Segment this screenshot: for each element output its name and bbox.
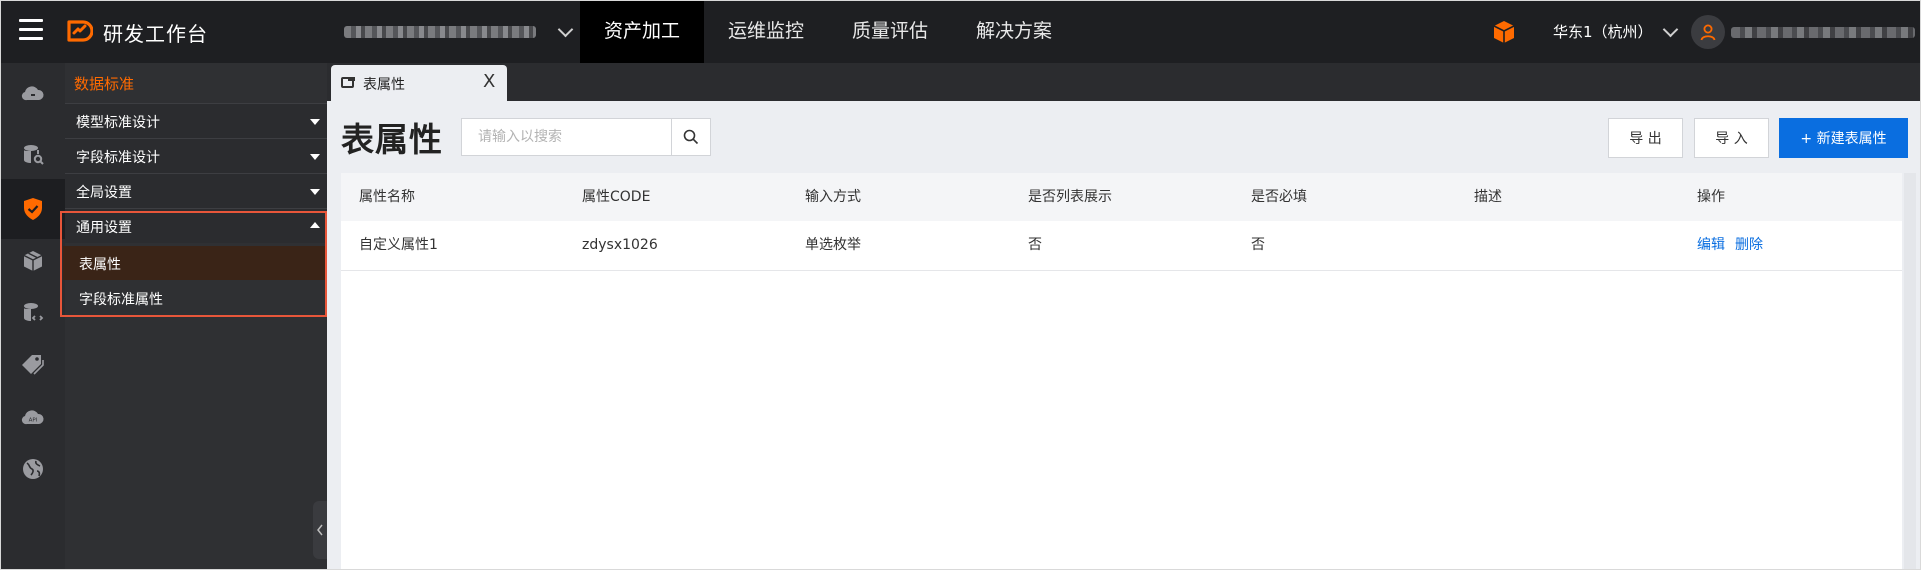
chevron-left-icon xyxy=(317,524,323,536)
menu-section-label: 字段标准设计 xyxy=(76,150,160,166)
cell-input-method: 单选枚举 xyxy=(805,237,861,253)
shield-check-icon xyxy=(24,198,42,220)
cloud-icon xyxy=(21,86,44,101)
collapse-sidebar-handle[interactable] xyxy=(313,501,327,559)
top-bar: 研发工作台 资产加工 运维监控 质量评估 解决方案 华东1（杭州） xyxy=(1,1,1920,63)
column-header: 操作 xyxy=(1697,189,1725,205)
tab-label: 表属性 xyxy=(363,77,405,93)
rail-data-standard[interactable] xyxy=(1,179,65,239)
close-icon[interactable]: X xyxy=(483,71,495,92)
user-icon xyxy=(1700,24,1716,41)
avatar[interactable] xyxy=(1691,15,1725,49)
edit-link[interactable]: 编辑 xyxy=(1697,237,1725,253)
workspace-name-redacted xyxy=(344,26,536,38)
search-input[interactable] xyxy=(462,119,670,155)
create-table-attribute-button[interactable]: + 新建表属性 xyxy=(1779,118,1908,158)
main-content: 表属性 X 表属性 导 出 导 入 + 新建表属性 属性名称 属性CODE 输入… xyxy=(327,63,1920,569)
column-header: 输入方式 xyxy=(805,189,861,205)
hamburger-menu-icon[interactable] xyxy=(19,19,43,41)
column-header: 属性CODE xyxy=(582,189,651,205)
delete-link[interactable]: 删除 xyxy=(1735,237,1763,253)
rail-data-search[interactable] xyxy=(1,125,65,185)
column-header: 描述 xyxy=(1474,189,1502,205)
search-button[interactable] xyxy=(671,119,710,155)
rail-cloud[interactable] xyxy=(1,63,65,123)
rail-assets[interactable] xyxy=(1,231,65,291)
cell-required: 否 xyxy=(1251,237,1265,253)
app-window: 研发工作台 资产加工 运维监控 质量评估 解决方案 华东1（杭州） API 数据… xyxy=(0,0,1921,570)
database-search-icon xyxy=(24,145,44,165)
export-button[interactable]: 导 出 xyxy=(1608,118,1683,158)
workspace-selector[interactable] xyxy=(344,19,574,45)
rail-api[interactable]: API xyxy=(1,387,65,447)
rail-tags[interactable] xyxy=(1,335,65,395)
tab-strip: 表属性 X xyxy=(327,63,1920,101)
tags-icon xyxy=(22,355,44,375)
logo-icon xyxy=(67,20,93,42)
region-label: 华东1（杭州） xyxy=(1553,23,1653,41)
username-redacted xyxy=(1731,27,1915,38)
vertical-scrollbar[interactable] xyxy=(1904,173,1916,569)
chevron-down-icon xyxy=(557,21,574,38)
menu-section-field-standard[interactable]: 字段标准设计 xyxy=(65,138,327,173)
cube-icon[interactable] xyxy=(1491,19,1517,45)
cell-name: 自定义属性1 xyxy=(359,237,438,253)
nav-quality-assessment[interactable]: 质量评估 xyxy=(828,1,952,63)
menu-section-global-settings[interactable]: 全局设置 xyxy=(65,173,327,208)
caret-down-icon xyxy=(310,119,320,125)
icon-rail: API xyxy=(1,63,65,569)
caret-down-icon xyxy=(310,154,320,160)
rail-data-code[interactable] xyxy=(1,283,65,343)
table-row: 自定义属性1 zdysx1026 单选枚举 否 否 编辑 删除 xyxy=(341,221,1902,271)
globe-icon xyxy=(23,459,43,479)
svg-text:API: API xyxy=(29,418,38,424)
nav-solutions[interactable]: 解决方案 xyxy=(952,1,1076,63)
window-icon xyxy=(341,77,355,88)
column-header: 是否列表展示 xyxy=(1028,189,1112,205)
menu-section-model-standard[interactable]: 模型标准设计 xyxy=(65,103,327,138)
cell-list-display: 否 xyxy=(1028,237,1042,253)
import-button[interactable]: 导 入 xyxy=(1694,118,1769,158)
chevron-down-icon xyxy=(1662,21,1678,37)
cell-actions: 编辑 删除 xyxy=(1697,221,1773,269)
brand-title: 研发工作台 xyxy=(103,22,208,46)
column-header: 属性名称 xyxy=(359,189,415,205)
menu-section-label: 模型标准设计 xyxy=(76,115,160,131)
region-selector[interactable]: 华东1（杭州） xyxy=(1553,21,1678,42)
cell-code: zdysx1026 xyxy=(582,237,658,253)
attributes-table: 属性名称 属性CODE 输入方式 是否列表展示 是否必填 描述 操作 自定义属性… xyxy=(341,173,1902,569)
search-box xyxy=(461,118,711,156)
caret-down-icon xyxy=(310,189,320,195)
menu-title: 数据标准 xyxy=(74,75,135,93)
table-header: 属性名称 属性CODE 输入方式 是否列表展示 是否必填 描述 操作 xyxy=(341,173,1902,221)
column-header: 是否必填 xyxy=(1251,189,1307,205)
cubes-icon xyxy=(23,251,43,271)
highlight-box xyxy=(60,211,327,317)
database-code-icon xyxy=(24,303,44,321)
top-nav: 资产加工 运维监控 质量评估 解决方案 xyxy=(580,1,1076,63)
nav-ops-monitoring[interactable]: 运维监控 xyxy=(704,1,828,63)
rail-globe[interactable] xyxy=(1,439,65,499)
nav-asset-processing[interactable]: 资产加工 xyxy=(580,1,705,63)
api-cloud-icon: API xyxy=(21,410,44,425)
page-title: 表属性 xyxy=(341,120,443,159)
search-icon xyxy=(683,129,699,145)
tab-table-attributes[interactable]: 表属性 X xyxy=(331,65,507,101)
menu-section-label: 全局设置 xyxy=(76,185,132,201)
